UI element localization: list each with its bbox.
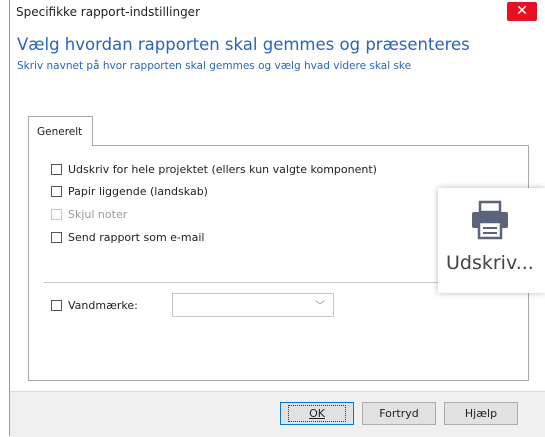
option-send-email[interactable]: Send rapport som e-mail [51,230,204,244]
ok-button-label: OK [288,405,346,422]
option-hide-notes: Skjul noter [51,207,127,221]
send-email-checkbox[interactable] [51,231,62,243]
window-border [9,0,10,436]
title-bar[interactable]: Specifikke rapport-indstillinger ✕ [10,0,545,24]
cancel-button[interactable]: Fortryd [362,402,436,425]
option-print-whole-project[interactable]: Udskriv for hele projektet (ellers kun v… [51,162,377,176]
dialog-heading: Vælg hvordan rapporten skal gemmes og pr… [17,35,470,54]
print-button-label: Udskriv... [446,252,534,274]
close-button[interactable]: ✕ [507,2,537,21]
option-landscape[interactable]: Papir liggende (landskab) [51,184,208,198]
watermark-checkbox[interactable] [51,299,62,311]
print-whole-project-checkbox[interactable] [51,163,62,175]
close-icon: ✕ [516,3,528,19]
option-label: Udskriv for hele projektet (ellers kun v… [68,162,377,176]
tab-generelt[interactable]: Generelt [28,116,93,146]
option-label: Send rapport som e-mail [68,230,205,244]
help-button[interactable]: Hjælp [444,402,518,425]
option-label: Papir liggende (landskab) [68,184,208,198]
dialog-window: Specifikke rapport-indstillinger ✕ Vælg … [0,0,545,437]
option-watermark[interactable]: Vandmærke: [51,298,138,312]
print-button[interactable]: Udskriv... [438,188,545,293]
chevron-down-icon[interactable]: ﹀ [315,297,325,312]
button-bar: OK Fortryd Hjælp [10,391,545,437]
ok-button[interactable]: OK [280,402,354,425]
dialog-subheading: Skriv navnet på hvor rapporten skal gemm… [17,60,412,72]
watermark-dropdown[interactable]: ﹀ [172,293,334,317]
hide-notes-checkbox [51,208,62,220]
option-label: Skjul noter [68,207,128,221]
landscape-checkbox[interactable] [51,185,62,197]
printer-icon [472,200,508,240]
watermark-label: Vandmærke: [68,298,138,312]
window-title: Specifikke rapport-indstillinger [16,5,200,19]
separator [44,282,444,283]
